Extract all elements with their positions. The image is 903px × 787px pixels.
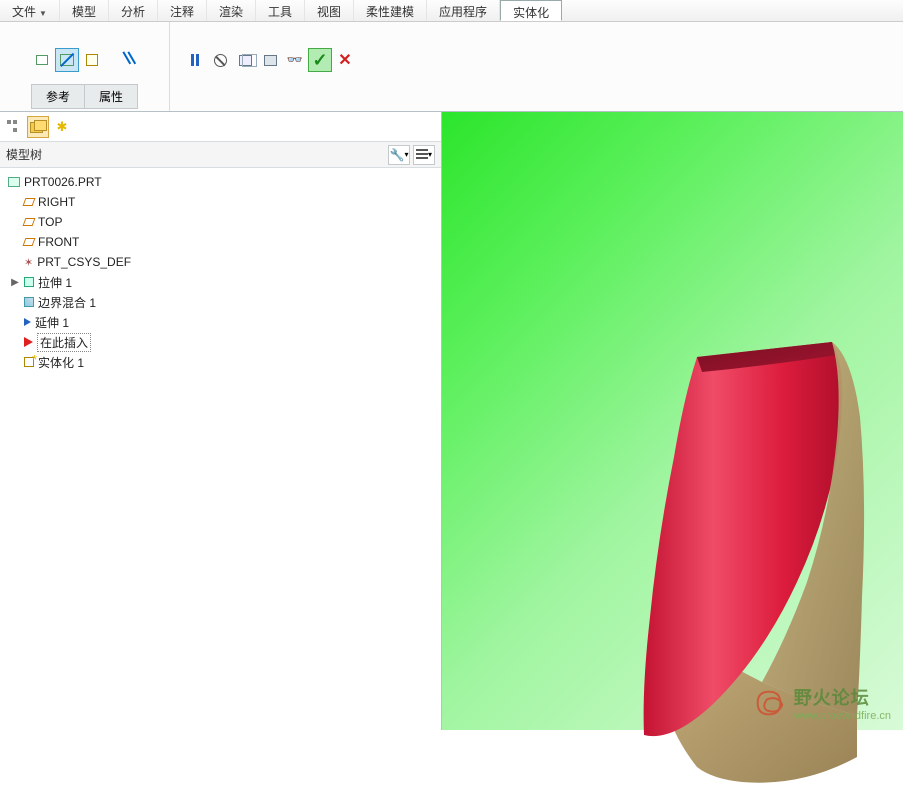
tree-item-extend[interactable]: 延伸 1: [2, 312, 439, 332]
ribbon: 参考 属性 👓 ✓ ✕: [0, 22, 903, 112]
fill-button[interactable]: [30, 48, 54, 72]
folder-view-button[interactable]: [27, 116, 49, 138]
tree-item-blend[interactable]: 边界混合 1: [2, 292, 439, 312]
sidebar: ✱ 模型树 🔧▾ ▾ PRT0026.PRT RIGHT TOP FRONT ✶…: [0, 112, 442, 730]
sidebar-title: 模型树: [6, 146, 385, 163]
blend-icon: [24, 297, 34, 307]
ribbon-tab-refs[interactable]: 参考: [31, 84, 85, 109]
menu-view[interactable]: 视图: [305, 0, 354, 21]
boxes-icon: [239, 55, 252, 66]
tree-item-insert[interactable]: 在此插入: [2, 332, 439, 352]
main-area: ✱ 模型树 🔧▾ ▾ PRT0026.PRT RIGHT TOP FRONT ✶…: [0, 112, 903, 730]
box-icon: [264, 55, 277, 66]
nosign-button[interactable]: [208, 48, 232, 72]
quilt-icon: [86, 54, 98, 66]
watermark-title: 野火论坛: [794, 684, 891, 710]
ok-button[interactable]: ✓: [308, 48, 332, 72]
menu-render[interactable]: 渲染: [207, 0, 256, 21]
menu-flex[interactable]: 柔性建模: [354, 0, 427, 21]
cancel-button[interactable]: ✕: [333, 48, 357, 72]
tree-view-button[interactable]: [3, 116, 25, 138]
quilt-button[interactable]: [80, 48, 104, 72]
tree-item-right[interactable]: RIGHT: [2, 192, 439, 212]
plane-icon: [23, 218, 36, 226]
tree-item-solidify[interactable]: 实体化 1: [2, 352, 439, 372]
part-icon: [8, 177, 20, 187]
preview-button[interactable]: 👓: [283, 48, 307, 72]
rect-slash-icon: [60, 53, 74, 67]
geom-button[interactable]: [233, 48, 257, 72]
extrude-icon: [24, 277, 34, 287]
direction-button[interactable]: [116, 48, 140, 72]
tree-item-extrude[interactable]: ▶拉伸 1: [2, 272, 439, 292]
watermark-logo-icon: [750, 686, 788, 720]
extend-icon: [24, 318, 31, 326]
tree-settings-button[interactable]: 🔧▾: [388, 145, 410, 165]
main-menubar: 文件▼ 模型 分析 注释 渲染 工具 视图 柔性建模 应用程序 实体化: [0, 0, 903, 22]
star-icon: ✱: [57, 119, 68, 135]
ribbon-tab-props[interactable]: 属性: [85, 84, 138, 109]
pause-button[interactable]: [183, 48, 207, 72]
menu-annotate[interactable]: 注释: [158, 0, 207, 21]
x-icon: ✕: [338, 50, 351, 70]
pause-icon: [191, 54, 199, 66]
plane-icon: [23, 238, 36, 246]
sidebar-toolbar: ✱: [0, 112, 441, 142]
watermark-url: www.proewildfire.cn: [794, 710, 891, 722]
tree-display-button[interactable]: ▾: [413, 145, 435, 165]
watermark: 野火论坛 www.proewildfire.cn: [750, 684, 891, 722]
verify-button[interactable]: [258, 48, 282, 72]
menu-solidify[interactable]: 实体化: [500, 0, 562, 21]
solidify-icon: [24, 357, 34, 367]
tree-item-csys[interactable]: ✶PRT_CSYS_DEF: [2, 252, 439, 272]
menu-apps[interactable]: 应用程序: [427, 0, 500, 21]
favorites-button[interactable]: ✱: [51, 116, 73, 138]
model-tree: PRT0026.PRT RIGHT TOP FRONT ✶PRT_CSYS_DE…: [0, 168, 441, 730]
sidebar-header: 模型树 🔧▾ ▾: [0, 142, 441, 168]
tree-item-front[interactable]: FRONT: [2, 232, 439, 252]
nosign-icon: [214, 54, 227, 67]
tree-item-top[interactable]: TOP: [2, 212, 439, 232]
folders-icon: [30, 120, 46, 134]
list-icon: [416, 149, 428, 160]
menu-file[interactable]: 文件▼: [0, 0, 60, 21]
slash-icon: [120, 52, 136, 68]
check-icon: ✓: [312, 50, 327, 71]
tree-icon: [7, 120, 21, 134]
csys-icon: ✶: [24, 256, 33, 269]
tool-icon: 🔧: [390, 148, 405, 162]
viewport-3d[interactable]: 野火论坛 www.proewildfire.cn: [442, 112, 903, 730]
expand-icon[interactable]: ▶: [10, 277, 20, 288]
chevron-down-icon: ▼: [39, 9, 47, 18]
menu-model[interactable]: 模型: [60, 0, 109, 21]
plane-icon: [23, 198, 36, 206]
glasses-icon: 👓: [287, 52, 303, 68]
rectangle-icon: [36, 55, 48, 65]
cut-button[interactable]: [55, 48, 79, 72]
menu-tools[interactable]: 工具: [256, 0, 305, 21]
tree-root[interactable]: PRT0026.PRT: [2, 172, 439, 192]
menu-analysis[interactable]: 分析: [109, 0, 158, 21]
arrow-right-icon: [24, 337, 33, 347]
